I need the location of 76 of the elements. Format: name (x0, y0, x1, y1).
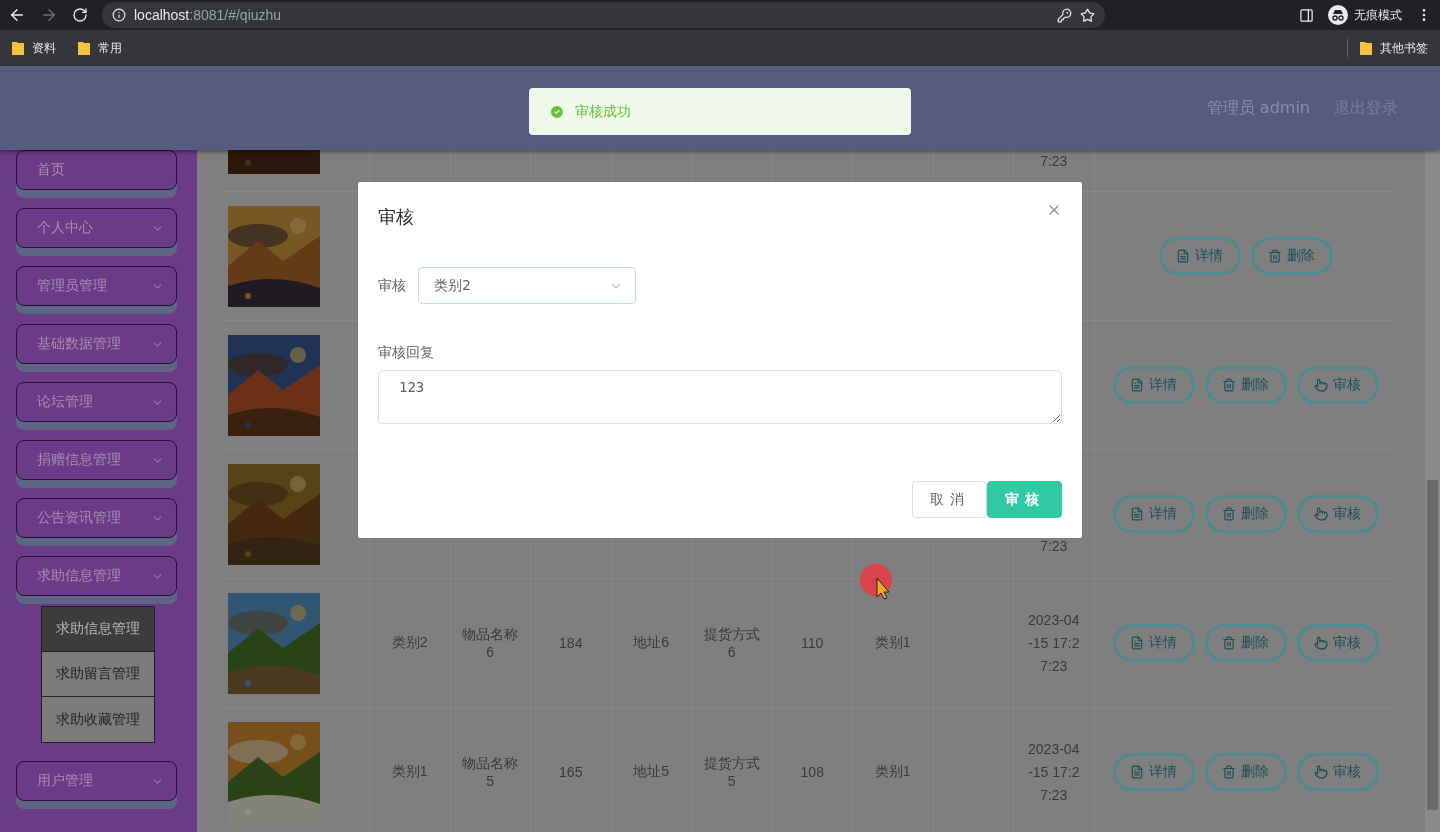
reply-field[interactable]: 123 (378, 370, 1062, 424)
document-icon (1130, 765, 1144, 779)
side-panel-icon[interactable] (1299, 7, 1314, 23)
table-cell: 184 (559, 635, 583, 651)
review-button[interactable]: 审核 (1296, 753, 1379, 791)
back-icon[interactable] (8, 6, 26, 24)
detail-button[interactable]: 详情 (1112, 753, 1195, 791)
trash-icon (1222, 378, 1236, 392)
table-cell: 类别1 (391, 763, 428, 781)
click-cursor-icon (860, 564, 894, 600)
trash-icon (1222, 507, 1236, 521)
field-label: 审核 (378, 276, 406, 295)
date-text: 7:23 (1039, 537, 1069, 556)
field-label: 审核回复 (378, 344, 435, 362)
delete-button[interactable]: 删除 (1204, 624, 1287, 662)
dialog-title: 审核 (378, 205, 414, 229)
submenu-item[interactable]: 求助信息管理 (42, 607, 154, 652)
table-cell-text: 提货方式5 (702, 755, 761, 789)
detail-button[interactable]: 详情 (1112, 495, 1195, 533)
date-text: 7:23 (1039, 152, 1069, 171)
table-cell-text: 物品名称6 (461, 626, 520, 660)
table-cell: 类别2 (391, 634, 428, 652)
bookmark-star-icon[interactable] (1080, 7, 1095, 23)
bookmark-link[interactable]: 常用 (98, 39, 122, 57)
submenu-item[interactable]: 求助留言管理 (42, 652, 154, 697)
table-cell: 地址6 (633, 634, 670, 652)
table-cell-text: 物品名称5 (461, 755, 520, 789)
review-select[interactable]: 类别2 (418, 267, 636, 304)
delete-button[interactable]: 删除 (1204, 753, 1287, 791)
pointing-hand-icon (1314, 507, 1328, 521)
delete-button[interactable]: 删除 (1250, 237, 1333, 275)
pointing-hand-icon (1314, 765, 1328, 779)
table-cell: 类别1 (874, 634, 911, 652)
review-button[interactable]: 审核 (1296, 495, 1379, 533)
document-icon (1176, 249, 1190, 263)
delete-button[interactable]: 删除 (1204, 366, 1287, 404)
folder-icon (78, 41, 90, 55)
detail-button[interactable]: 详情 (1112, 366, 1195, 404)
pointing-hand-icon (1314, 636, 1328, 650)
reload-icon[interactable] (72, 7, 88, 23)
submenu-item[interactable]: 求助收藏管理 (42, 697, 154, 742)
incognito-icon (1328, 5, 1348, 25)
scrollbar[interactable] (1425, 150, 1440, 832)
table-cell: 165 (559, 764, 583, 780)
confirm-button[interactable]: 审核 (987, 481, 1062, 518)
profile-label[interactable]: 无痕模式 (1354, 6, 1402, 24)
detail-button[interactable]: 详情 (1158, 237, 1241, 275)
trash-icon (1268, 249, 1282, 263)
table-cell: 类别1 (874, 763, 911, 781)
bookmark-link[interactable]: 资料 (32, 39, 56, 57)
table-cell: 110 (801, 635, 824, 651)
forward-icon[interactable] (40, 6, 58, 24)
trash-icon (1222, 636, 1236, 650)
table-cell: 108 (800, 764, 824, 780)
table-cell: 地址5 (633, 763, 670, 781)
success-icon (549, 103, 565, 120)
folder-icon (1360, 41, 1372, 55)
key-icon[interactable] (1057, 7, 1072, 23)
document-icon (1130, 636, 1144, 650)
table-cell-text: 提货方式6 (702, 626, 761, 660)
trash-icon (1222, 765, 1236, 779)
pointing-hand-icon (1314, 378, 1328, 392)
cancel-button[interactable]: 取消 (912, 481, 987, 518)
review-button[interactable]: 审核 (1296, 624, 1379, 662)
info-icon[interactable] (112, 8, 126, 22)
address-field[interactable]: localhost:8081/#/qiuzhu (134, 7, 282, 23)
toast-message: 审核成功 (575, 102, 631, 121)
detail-button[interactable]: 详情 (1112, 624, 1195, 662)
review-button[interactable]: 审核 (1296, 366, 1379, 404)
date-text: 2023-04-15 17:27:23 (1027, 610, 1081, 676)
bookmark-link[interactable]: 其他书签 (1380, 39, 1428, 57)
date-text: 2023-04-15 17:27:23 (1027, 739, 1081, 805)
folder-icon (12, 41, 24, 55)
document-icon (1130, 507, 1144, 521)
document-icon (1130, 378, 1144, 392)
delete-button[interactable]: 删除 (1204, 495, 1287, 533)
